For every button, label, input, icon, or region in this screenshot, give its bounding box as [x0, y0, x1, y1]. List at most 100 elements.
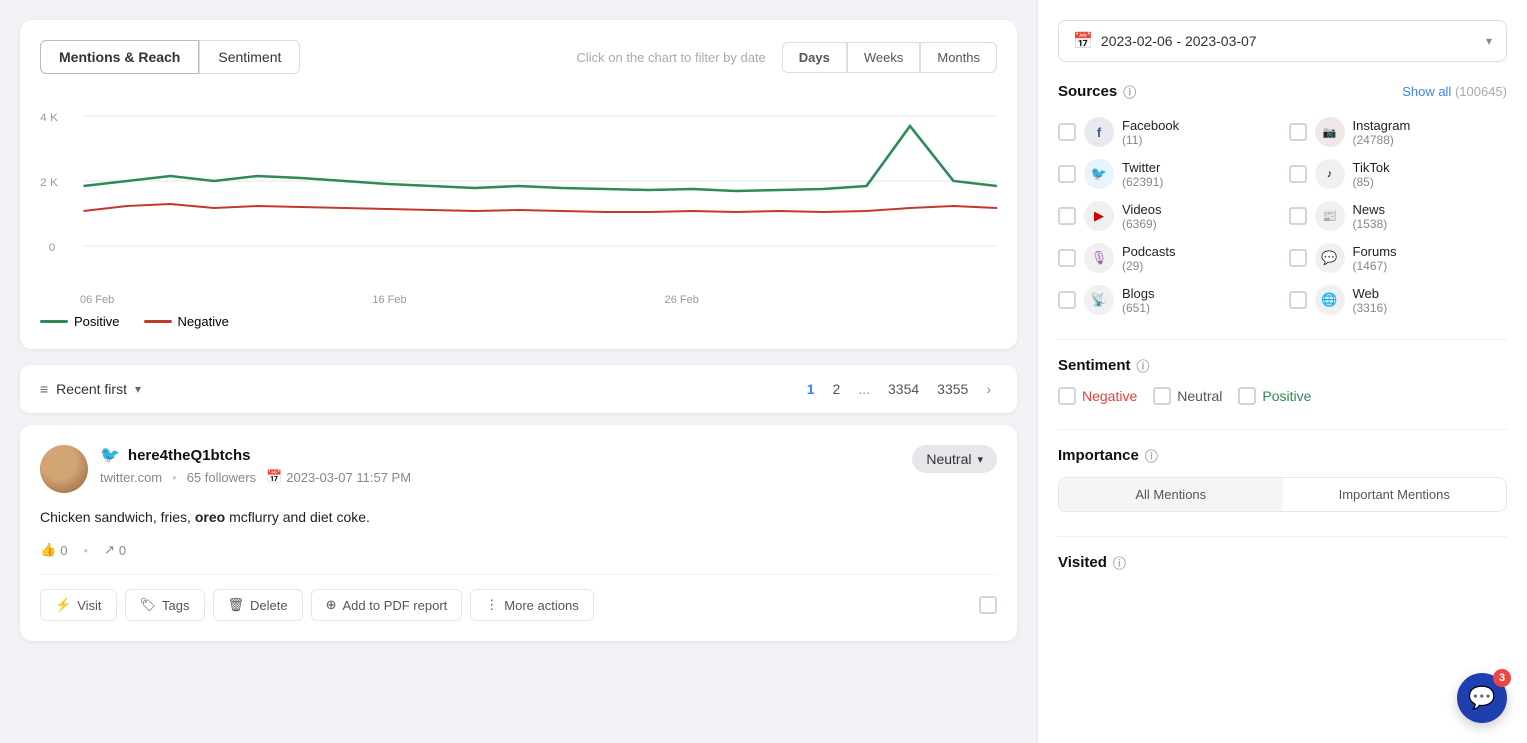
tags-label: Tags [162, 598, 189, 613]
share-icon: ↗ [104, 542, 115, 558]
sentiment-dropdown[interactable]: Neutral ▾ [912, 445, 997, 473]
sentiment-badge: Neutral ▾ [912, 445, 997, 473]
page-3355[interactable]: 3355 [931, 379, 974, 399]
source-videos-checkbox[interactable] [1058, 207, 1076, 225]
source-forums: 💬 Forums (1467) [1289, 243, 1508, 273]
right-panel: 📅 2023-02-06 - 2023-03-07 ▾ Sources ⓘ Sh… [1037, 0, 1527, 743]
chat-fab[interactable]: 💬 3 [1457, 673, 1507, 723]
sources-title: Sources ⓘ [1058, 82, 1136, 101]
source-tiktok-checkbox[interactable] [1289, 165, 1307, 183]
shares-reaction: ↗ 0 [104, 542, 126, 558]
date-range-chevron-icon: ▾ [1486, 34, 1492, 48]
post-date-text: 2023-03-07 11:57 PM [286, 470, 411, 485]
period-days[interactable]: Days [782, 42, 847, 73]
page-2[interactable]: 2 [827, 379, 847, 399]
tags-button[interactable]: 🏷 Tags [125, 589, 205, 621]
share-count: 0 [119, 543, 126, 558]
visit-button[interactable]: ⚡ Visit [40, 589, 117, 621]
source-facebook-checkbox[interactable] [1058, 123, 1076, 141]
sort-button[interactable]: ≡ Recent first ▾ [40, 381, 141, 397]
sentiment-info-icon: ⓘ [1137, 356, 1150, 375]
sentiment-neutral-label: Neutral [1177, 388, 1222, 404]
tab-sentiment[interactable]: Sentiment [199, 40, 300, 74]
source-web-info: Web (3316) [1353, 286, 1388, 315]
more-actions-button[interactable]: ⋮ More actions [470, 589, 593, 621]
x-axis: 06 Feb 16 Feb 26 Feb [40, 294, 997, 306]
post-bold-word: oreo [195, 509, 225, 525]
source-news-checkbox[interactable] [1289, 207, 1307, 225]
sentiment-neutral-option[interactable]: Neutral [1153, 387, 1222, 405]
post-checkbox[interactable] [979, 596, 997, 614]
negative-line-icon [144, 320, 172, 323]
period-weeks[interactable]: Weeks [847, 42, 921, 73]
more-actions-label: More actions [504, 598, 578, 613]
delete-button[interactable]: 🗑 Delete [213, 589, 303, 621]
source-podcasts-info: Podcasts (29) [1122, 244, 1175, 273]
legend-positive-label: Positive [74, 314, 120, 329]
tiktok-icon: ♪ [1315, 159, 1345, 189]
chart-area[interactable]: 4 K 2 K 0 [40, 86, 997, 286]
sentiment-negative-option[interactable]: Negative [1058, 387, 1137, 405]
sentiment-positive-label: Positive [1262, 388, 1311, 404]
twitter-icon: 🐦 [1084, 159, 1114, 189]
source-web-checkbox[interactable] [1289, 291, 1307, 309]
source-forums-checkbox[interactable] [1289, 249, 1307, 267]
add-to-pdf-button[interactable]: ⊕ Add to PDF report [311, 589, 463, 621]
source-podcasts: 🎙 Podcasts (29) [1058, 243, 1277, 273]
page-3354[interactable]: 3354 [882, 379, 925, 399]
svg-text:0: 0 [49, 242, 56, 253]
avatar [40, 445, 88, 493]
source-instagram-checkbox[interactable] [1289, 123, 1307, 141]
show-all-link[interactable]: Show all (100645) [1402, 84, 1507, 99]
tab-mentions-reach[interactable]: Mentions & Reach [40, 40, 199, 74]
more-icon: ⋮ [485, 597, 498, 613]
date-range-selector[interactable]: 📅 2023-02-06 - 2023-03-07 ▾ [1058, 20, 1507, 62]
source-podcasts-checkbox[interactable] [1058, 249, 1076, 267]
post-header: 🐦 here4theQ1btchs twitter.com • 65 follo… [40, 445, 997, 493]
visited-info-icon: ⓘ [1113, 553, 1126, 572]
date-range-text: 2023-02-06 - 2023-03-07 [1101, 33, 1478, 49]
post-meta: 🐦 here4theQ1btchs twitter.com • 65 follo… [100, 445, 912, 485]
period-months[interactable]: Months [920, 42, 997, 73]
source-forums-info: Forums (1467) [1353, 244, 1397, 273]
x-label-3: 26 Feb [665, 294, 699, 306]
sentiment-positive-option[interactable]: Positive [1238, 387, 1311, 405]
chart-legend: Positive Negative [40, 306, 997, 329]
divider-3 [1058, 536, 1507, 537]
page-next-icon[interactable]: › [980, 379, 997, 399]
x-label-2: 16 Feb [372, 294, 406, 306]
sort-chevron-icon: ▾ [135, 382, 141, 396]
sentiment-neutral-checkbox[interactable] [1153, 387, 1171, 405]
x-label-1: 06 Feb [80, 294, 114, 306]
svg-text:2 K: 2 K [40, 177, 58, 188]
post-source: twitter.com [100, 470, 162, 485]
twitter-icon: 🐦 [100, 445, 120, 465]
post-actions: ⚡ Visit 🏷 Tags 🗑 Delete ⊕ Add to PDF rep… [40, 574, 997, 621]
source-facebook-info: Facebook (11) [1122, 118, 1179, 147]
post-card: 🐦 here4theQ1btchs twitter.com • 65 follo… [20, 425, 1017, 641]
all-mentions-button[interactable]: All Mentions [1059, 478, 1283, 511]
pdf-icon: ⊕ [326, 597, 337, 613]
pagination: 1 2 ... 3354 3355 › [801, 379, 997, 399]
source-web: 🌐 Web (3316) [1289, 285, 1508, 315]
source-blogs-checkbox[interactable] [1058, 291, 1076, 309]
page-1[interactable]: 1 [801, 379, 821, 399]
delete-label: Delete [250, 598, 288, 613]
source-news: 📰 News (1538) [1289, 201, 1508, 231]
source-twitter-checkbox[interactable] [1058, 165, 1076, 183]
sentiment-negative-checkbox[interactable] [1058, 387, 1076, 405]
avatar-image [40, 445, 88, 493]
source-instagram: 📷 Instagram (24788) [1289, 117, 1508, 147]
post-date: 📅 2023-03-07 11:57 PM [266, 469, 411, 485]
importance-section: Importance ⓘ All Mentions Important Ment… [1058, 446, 1507, 512]
source-tiktok: ♪ TikTok (85) [1289, 159, 1508, 189]
legend-negative-label: Negative [178, 314, 229, 329]
sentiment-positive-checkbox[interactable] [1238, 387, 1256, 405]
sources-info-icon: ⓘ [1123, 82, 1136, 101]
legend-negative: Negative [144, 314, 229, 329]
post-followers: 65 followers [187, 470, 256, 485]
sources-header: Sources ⓘ Show all (100645) [1058, 82, 1507, 101]
important-mentions-button[interactable]: Important Mentions [1283, 478, 1507, 511]
chart-tabs: Mentions & Reach Sentiment Click on the … [40, 40, 997, 74]
badge-chevron-icon: ▾ [977, 453, 983, 466]
